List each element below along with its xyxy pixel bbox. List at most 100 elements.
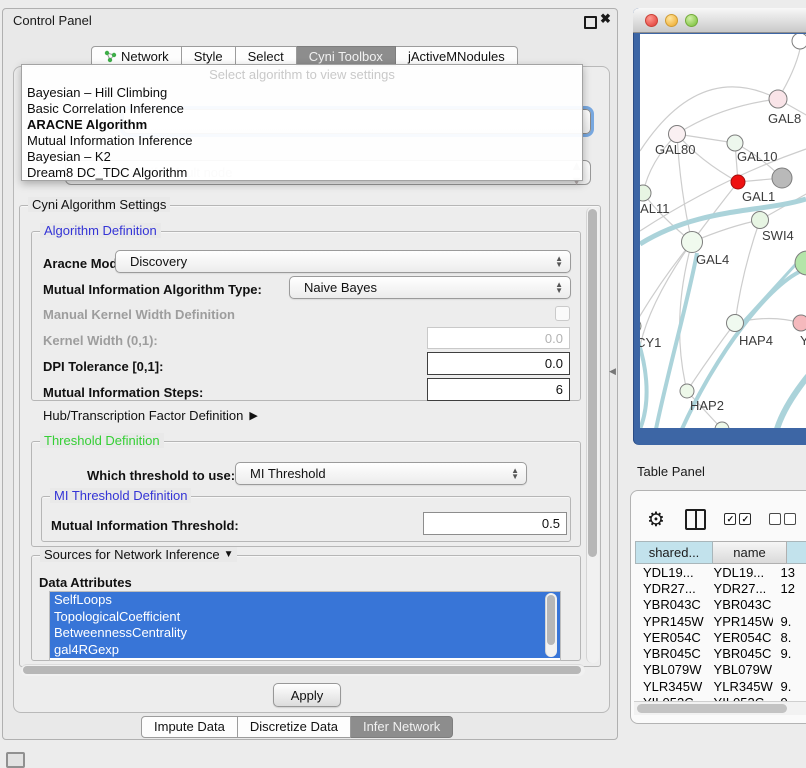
scrollbar-thumb[interactable]	[637, 704, 787, 713]
attribute-list-item[interactable]: TopologicalCoefficient	[50, 609, 560, 626]
network-edge[interactable]	[640, 242, 692, 346]
manual-kernel-checkbox[interactable]	[555, 306, 570, 321]
network-node[interactable]	[772, 168, 792, 188]
split-pane-collapse-arrow-icon[interactable]: ◀	[609, 366, 616, 377]
algorithm-option[interactable]: Basic Correlation Inference	[22, 101, 582, 117]
scrollbar-thumb[interactable]	[547, 595, 555, 645]
network-node[interactable]	[769, 90, 787, 108]
network-icon	[104, 50, 117, 63]
attribute-list-item[interactable]: BetweennessCentrality	[50, 625, 560, 642]
network-node[interactable]	[682, 232, 703, 253]
column-header[interactable]: name	[713, 541, 787, 564]
mi-threshold-group-title: MI Threshold Definition	[50, 488, 191, 503]
minimize-button[interactable]	[665, 14, 678, 27]
hub-definition-expander[interactable]: Hub/Transcription Factor Definition ▶	[43, 408, 258, 423]
column-header[interactable]: shared...	[635, 541, 713, 564]
column-selector-icon[interactable]	[685, 509, 706, 530]
tab-infer-network[interactable]: Infer Network	[351, 716, 453, 738]
dropdown-placeholder: Select algorithm to view settings	[22, 65, 582, 85]
table-row[interactable]: YPR145WYPR145W9.	[635, 613, 806, 629]
network-node[interactable]	[792, 34, 806, 49]
table-row[interactable]: YBR045CYBR045C9.	[635, 645, 806, 661]
aracne-mode-combobox[interactable]: Discovery ▲▼	[115, 250, 571, 273]
mi-steps-label: Mutual Information Steps:	[43, 385, 203, 400]
scrollbar-thumb[interactable]	[23, 666, 581, 674]
tab-impute-data[interactable]: Impute Data	[141, 716, 238, 738]
sources-title-text: Sources for Network Inference	[44, 547, 220, 562]
float-panel-icon[interactable]	[584, 16, 597, 29]
node-table-panel: ⚙ ✓ ✓ shared...name YDL19...YDL19...13YD…	[630, 490, 806, 724]
network-node[interactable]	[669, 126, 686, 143]
network-node[interactable]	[731, 175, 745, 189]
mi-type-value: Naive Bayes	[304, 280, 377, 295]
table-cell: YDL19...	[635, 565, 706, 580]
dpi-tolerance-input[interactable]: 0.0	[427, 352, 570, 375]
table-row[interactable]: YBR043CYBR043C	[635, 597, 806, 613]
mi-type-combobox[interactable]: Naive Bayes ▲▼	[289, 276, 571, 299]
table-cell: YBL079W	[706, 662, 773, 677]
sources-group-title[interactable]: Sources for Network Inference ▼	[40, 547, 237, 562]
table-cell: YER054C	[706, 630, 773, 645]
network-edge[interactable]	[677, 99, 778, 134]
kernel-width-label: Kernel Width (0,1):	[43, 333, 158, 348]
column-header[interactable]	[787, 541, 806, 564]
which-threshold-combobox[interactable]: MI Threshold ▲▼	[235, 462, 527, 485]
tab-discretize-data[interactable]: Discretize Data	[238, 716, 351, 738]
algorithm-option[interactable]: Bayesian – Hill Climbing	[22, 85, 582, 101]
table-row[interactable]: YDL19...YDL19...13	[635, 564, 806, 580]
algorithm-option[interactable]: ARACNE Algorithm	[22, 117, 582, 133]
control-panel-window: Control Panel ✖ NetworkStyleSelectCyni T…	[2, 8, 618, 740]
algorithm-option[interactable]: Bayesian – K2	[22, 149, 582, 165]
tab-label: Infer Network	[363, 719, 440, 734]
table-cell: YPR145W	[706, 614, 773, 629]
table-row[interactable]: YER054CYER054C8.	[635, 629, 806, 645]
minimized-panel-icon[interactable]	[6, 752, 25, 768]
settings-vertical-scrollbar[interactable]	[586, 207, 599, 663]
zoom-button[interactable]	[685, 14, 698, 27]
network-node[interactable]	[640, 319, 641, 333]
close-panel-icon[interactable]: ✖	[600, 11, 611, 27]
table-row[interactable]: YLR345WYLR345W9.	[635, 678, 806, 694]
apply-button[interactable]: Apply	[273, 683, 341, 707]
algorithm-option[interactable]: Dream8 DC_TDC Algorithm	[22, 165, 582, 181]
network-graph: GAL8GAL80GAL10GAL1GAL11SWI4GAL4GCY1HAP4Y…	[640, 34, 806, 428]
mi-threshold-input[interactable]: 0.5	[423, 512, 567, 535]
network-node[interactable]	[640, 185, 651, 201]
attribute-list-item[interactable]: gal4RGexp	[50, 642, 560, 659]
select-all-icon[interactable]: ✓ ✓	[724, 513, 751, 525]
tab-label: Discretize Data	[250, 719, 338, 734]
node-label: GAL11	[640, 201, 670, 216]
tab-label: Style	[194, 49, 223, 64]
network-canvas[interactable]: GAL8GAL80GAL10GAL1GAL11SWI4GAL4GCY1HAP4Y…	[640, 34, 806, 428]
data-attributes-list[interactable]: SelfLoopsTopologicalCoefficientBetweenne…	[49, 591, 561, 661]
table-header-row: shared...name	[635, 541, 806, 564]
table-cell: YBR043C	[706, 597, 773, 612]
algorithm-option[interactable]: Mutual Information Inference	[22, 133, 582, 149]
attribute-list-item[interactable]: SelfLoops	[50, 592, 560, 609]
node-label: GAL1	[742, 189, 775, 204]
attribute-list-scrollbar[interactable]	[545, 593, 557, 657]
mi-threshold-label: Mutual Information Threshold:	[51, 518, 239, 533]
network-node[interactable]	[793, 315, 806, 331]
kernel-width-input[interactable]: 0.0	[427, 327, 570, 349]
network-node[interactable]	[752, 212, 769, 229]
table-panel-title: Table Panel	[637, 464, 705, 479]
table-row[interactable]: YDR27...YDR27...12	[635, 580, 806, 596]
settings-horizontal-scrollbar[interactable]	[21, 664, 585, 676]
dpi-tolerance-value: 0.0	[545, 356, 563, 371]
scrollbar-thumb[interactable]	[588, 209, 597, 557]
network-edge[interactable]	[687, 323, 735, 391]
settings-gear-icon[interactable]: ⚙	[647, 507, 665, 532]
close-button[interactable]	[645, 14, 658, 27]
network-window-titlebar[interactable]	[633, 8, 806, 33]
network-node[interactable]	[727, 315, 744, 332]
network-node[interactable]	[680, 384, 694, 398]
network-node[interactable]	[715, 422, 729, 428]
node-label: GCY1	[640, 335, 661, 350]
mi-steps-input[interactable]: 6	[427, 378, 570, 401]
table-horizontal-scrollbar[interactable]	[634, 701, 806, 715]
hub-definition-label: Hub/Transcription Factor Definition	[43, 408, 243, 423]
deselect-all-icon[interactable]	[769, 513, 796, 525]
table-row[interactable]: YBL079WYBL079W	[635, 662, 806, 678]
network-edge-highlighted[interactable]	[777, 376, 806, 428]
